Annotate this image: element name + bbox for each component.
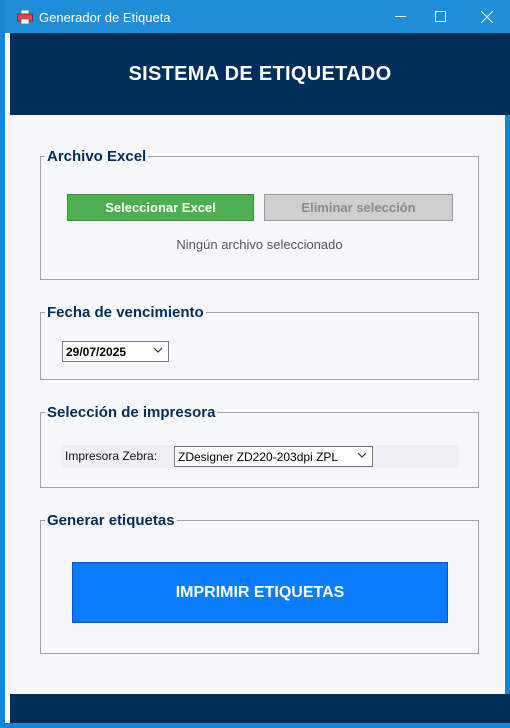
printer-group-label: Selección de impresora [45,404,218,421]
generate-group-label: Generar etiquetas [45,512,177,529]
printer-select-value: ZDesigner ZD220-203dpi ZPL [178,449,339,464]
generate-labels-group: Generar etiquetas IMPRIMIR ETIQUETAS [40,512,479,654]
printer-group: Selección de impresora Impresora Zebra: … [40,404,479,488]
expiry-date-group: Fecha de vencimiento 29/07/2025 [40,304,479,380]
maximize-button[interactable] [417,0,463,33]
expiry-group-label: Fecha de vencimiento [45,304,206,321]
app-title: SISTEMA DE ETIQUETADO [128,62,392,85]
clear-selection-button[interactable]: Eliminar selección [264,194,453,221]
expiry-date-value: 29/07/2025 [66,344,127,359]
print-labels-button[interactable]: IMPRIMIR ETIQUETAS [72,562,448,623]
title-bar[interactable]: Generador de Etiqueta [5,0,510,33]
app-footer [10,694,510,723]
excel-file-group: Archivo Excel Seleccionar Excel Eliminar… [40,148,479,280]
app-header: SISTEMA DE ETIQUETADO [10,33,510,115]
printer-label: Impresora Zebra: [65,449,158,463]
printer-row: Impresora Zebra: ZDesigner ZD220-203dpi … [61,445,459,468]
maximize-icon [434,11,446,22]
select-excel-button[interactable]: Seleccionar Excel [67,194,254,221]
printer-app-icon [17,10,33,24]
excel-group-label: Archivo Excel [45,148,149,165]
app-window: Generador de Etiqueta SISTEMA DE ETIQUET… [0,0,510,728]
chevron-down-icon[interactable] [357,450,367,460]
minimize-icon [394,16,406,17]
printer-select[interactable]: ZDesigner ZD220-203dpi ZPL [174,446,373,467]
window-title: Generador de Etiqueta [39,10,171,25]
close-icon [481,10,493,23]
close-button[interactable] [464,0,510,33]
file-status-text: Ningún archivo seleccionado [176,237,343,252]
chevron-down-icon[interactable] [153,345,163,355]
expiry-date-picker[interactable]: 29/07/2025 [62,341,169,362]
